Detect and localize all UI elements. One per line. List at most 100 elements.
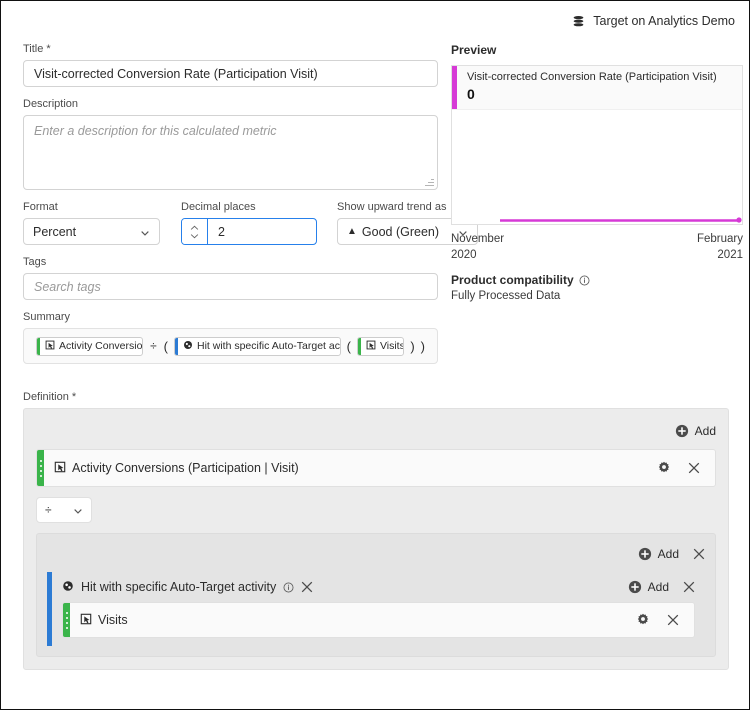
product-compatibility-value: Fully Processed Data: [451, 290, 561, 303]
add-label: Add: [694, 424, 716, 438]
group-toolbar: Add: [47, 542, 705, 566]
info-icon[interactable]: [579, 275, 590, 286]
remove-icon[interactable]: [688, 462, 700, 474]
segment-add-button[interactable]: Add: [628, 580, 669, 594]
definition-toolbar: Add: [36, 419, 716, 443]
preview-end-year: 2021: [717, 248, 743, 261]
description-label: Description: [23, 98, 79, 110]
definition-metric-row-visits[interactable]: Visits: [62, 602, 695, 638]
chevron-down-icon: [140, 227, 150, 237]
segment-header: Hit with specific Auto-Target activity A…: [52, 572, 705, 602]
summary-expression: Activity Conversions ÷ ( Hit with specif…: [23, 328, 438, 364]
report-suite-label: Target on Analytics Demo: [593, 14, 735, 28]
preview-date-end: February 2021: [697, 232, 743, 263]
plus-circle-icon: [638, 547, 652, 561]
definition-container: Add Activity Conversions (Participation …: [23, 408, 729, 670]
metric-icon: [80, 613, 92, 628]
preview-start-month: November: [451, 233, 505, 245]
format-label: Format: [23, 201, 58, 213]
settings-gear-icon[interactable]: [657, 461, 671, 475]
preview-panel: Preview Visit-corrected Conversion Rate …: [451, 43, 743, 302]
summary-paren-close-1: ): [410, 338, 415, 354]
chevron-down-icon: [190, 233, 199, 238]
format-field: Format Percent: [23, 201, 160, 245]
group-remove-icon[interactable]: [693, 548, 705, 560]
preview-start-year: 2020: [451, 248, 477, 261]
summary-pill-segment[interactable]: Hit with specific Auto-Target activity: [174, 336, 341, 356]
summary-pill-activity-conversions[interactable]: Activity Conversions: [36, 336, 144, 356]
group-add-button[interactable]: Add: [638, 547, 679, 561]
tags-placeholder: Search tags: [34, 279, 101, 294]
summary-operator: ÷: [150, 339, 157, 353]
metric-label: Activity Conversions (Participation | Vi…: [72, 461, 299, 475]
summary-paren-close-2: ): [420, 338, 425, 354]
format-options-row: Format Percent Decimal places 2 Show upw…: [23, 201, 478, 245]
metric-form: Title * Visit-corrected Conversion Rate …: [23, 43, 478, 364]
segment-remove-icon[interactable]: [301, 581, 313, 593]
summary-label: Summary: [23, 311, 71, 323]
segment-close-icon[interactable]: [683, 581, 695, 593]
settings-gear-icon[interactable]: [636, 613, 650, 627]
report-suite-selector[interactable]: Target on Analytics Demo: [572, 14, 735, 28]
operator-value: ÷: [45, 503, 52, 517]
preview-header: Visit-corrected Conversion Rate (Partici…: [452, 66, 742, 110]
summary-paren-open-2: (: [346, 338, 351, 354]
triangle-up-icon: ▲: [347, 226, 357, 237]
description-input[interactable]: Enter a description for this calculated …: [23, 115, 438, 190]
metric-icon: [45, 340, 55, 353]
preview-card: Visit-corrected Conversion Rate (Partici…: [451, 65, 743, 225]
definition-metric-row-activity-conversions[interactable]: Activity Conversions (Participation | Vi…: [36, 449, 716, 487]
title-input[interactable]: Visit-corrected Conversion Rate (Partici…: [23, 60, 438, 87]
product-compatibility-label: Product compatibility: [451, 273, 743, 287]
chevron-up-icon: [190, 225, 199, 230]
stepper-arrows[interactable]: [182, 219, 208, 244]
tags-input[interactable]: Search tags: [23, 273, 438, 300]
decimal-places-field: Decimal places 2: [181, 201, 317, 245]
info-icon[interactable]: [283, 582, 294, 593]
add-button[interactable]: Add: [675, 424, 716, 438]
calculated-metric-builder: Target on Analytics Demo Title * Visit-c…: [0, 0, 750, 710]
trend-value: Good (Green): [361, 224, 440, 239]
decimal-places-label: Decimal places: [181, 201, 256, 213]
chevron-down-icon: [73, 505, 83, 515]
preview-date-range: November 2020 February 2021: [451, 232, 743, 263]
decimal-places-value[interactable]: 2: [208, 219, 316, 244]
definition-section: Definition * Add Activity Conversions (P…: [23, 391, 729, 670]
preview-sparkline-chart: [452, 110, 742, 224]
summary-pill-visits[interactable]: Visits: [356, 336, 405, 356]
preview-heading: Preview: [451, 43, 497, 57]
format-value: Percent: [33, 224, 77, 239]
plus-circle-icon: [628, 580, 642, 594]
preview-metric-value: 0: [467, 86, 475, 102]
plus-circle-icon: [675, 424, 689, 438]
metric-icon: [366, 340, 376, 353]
summary-pill-label: Hit with specific Auto-Target activity: [197, 340, 340, 352]
description-placeholder: Enter a description for this calculated …: [34, 124, 277, 138]
add-label: Add: [657, 547, 679, 561]
metric-label: Visits: [98, 613, 128, 627]
title-label: Title *: [23, 43, 51, 55]
add-label: Add: [647, 580, 669, 594]
compatibility-text: Product compatibility: [451, 273, 574, 288]
preview-end-month: February: [696, 233, 743, 245]
decimal-places-stepper[interactable]: 2: [181, 218, 317, 245]
summary-pill-label: Visits: [379, 340, 405, 352]
definition-group-container: Add Hit with specific Auto-Target activi…: [36, 533, 716, 657]
operator-select[interactable]: ÷: [36, 497, 92, 523]
segment-icon: [183, 340, 193, 353]
metric-icon: [54, 461, 66, 476]
format-select[interactable]: Percent: [23, 218, 160, 245]
tags-label: Tags: [23, 256, 47, 268]
preview-date-start: November 2020: [451, 232, 504, 263]
segment-container: Hit with specific Auto-Target activity A…: [47, 572, 705, 646]
definition-label: Definition *: [23, 391, 77, 403]
remove-icon[interactable]: [667, 614, 679, 626]
stack-icon: [572, 15, 585, 28]
resize-handle-icon[interactable]: [425, 177, 434, 186]
drag-handle[interactable]: [63, 603, 70, 637]
summary-pill-label: Activity Conversions: [59, 340, 143, 352]
preview-metric-name: Visit-corrected Conversion Rate (Partici…: [467, 71, 717, 83]
topbar: Target on Analytics Demo: [1, 1, 749, 41]
segment-icon: [62, 580, 74, 595]
drag-handle[interactable]: [37, 450, 44, 486]
